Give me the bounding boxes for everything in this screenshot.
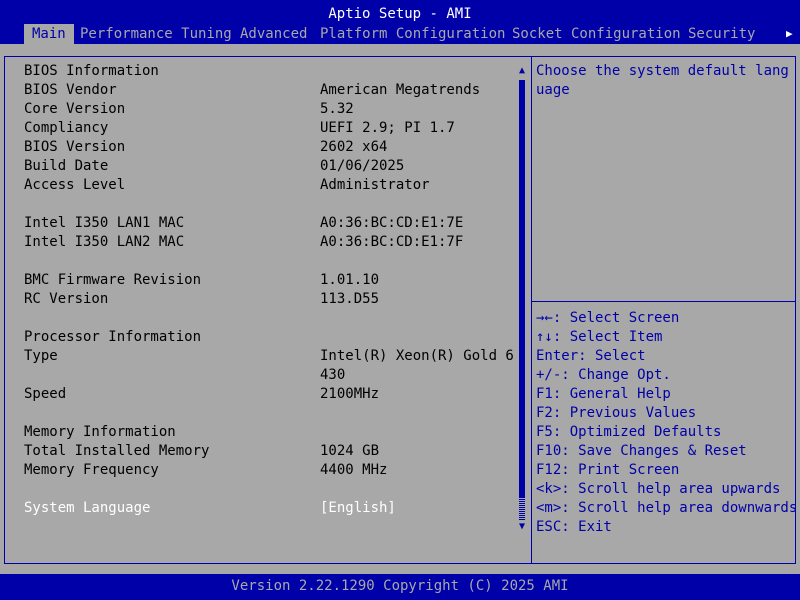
row-value: 113.D55: [320, 291, 380, 307]
row-value: UEFI 2.9; PI 1.7: [320, 120, 455, 136]
scrollbar-thumb[interactable]: [519, 80, 525, 498]
system-language-option[interactable]: System Language [English]: [24, 499, 514, 518]
row-core-version: Core Version 5.32: [24, 100, 514, 119]
footer-bar: Version 2.22.1290 Copyright (C) 2025 AMI: [0, 574, 800, 600]
key-help-item: <m>: Scroll help area downwards: [536, 500, 798, 516]
row-bios-version: BIOS Version 2602 x64: [24, 138, 514, 157]
row-value: 4400 MHz: [320, 462, 388, 478]
scroll-down-arrow-icon[interactable]: ▼: [516, 520, 528, 534]
key-help-item: ESC: Exit: [536, 519, 612, 535]
key-help-item: F2: Previous Values: [536, 405, 697, 421]
tab-socket-configuration[interactable]: Socket Configuration: [504, 24, 689, 44]
row-rc-version: RC Version 113.D55: [24, 290, 514, 309]
row-value: 1024 GB: [320, 443, 380, 459]
row-label: Type: [24, 348, 58, 364]
row-label: BIOS Version: [24, 139, 126, 155]
row-processor-type: Type Intel(R) Xeon(R) Gold 6 430: [24, 347, 514, 385]
row-label: BIOS Information: [24, 63, 159, 79]
info-panel: BIOS Information BIOS Vendor American Me…: [24, 62, 514, 552]
scrollbar[interactable]: ▲ ▼: [516, 64, 528, 536]
key-help-item: F10: Save Changes & Reset: [536, 443, 747, 459]
row-value: American Megatrends: [320, 82, 481, 98]
row-value: 1.01.10: [320, 272, 380, 288]
row-speed: Speed 2100MHz: [24, 385, 514, 404]
row-label: Memory Frequency: [24, 462, 159, 478]
panel-divider: [531, 56, 532, 564]
row-label: System Language: [24, 500, 151, 516]
section-bios-information: BIOS Information: [24, 62, 514, 81]
section-memory-information: Memory Information: [24, 423, 514, 442]
row-label: Build Date: [24, 158, 109, 174]
key-help-item: F1: General Help: [536, 386, 671, 402]
row-label: Intel I350 LAN2 MAC: [24, 234, 185, 250]
row-label: Processor Information: [24, 329, 202, 345]
row-label: Core Version: [24, 101, 126, 117]
row-value: 2602 x64: [320, 139, 388, 155]
row-label: Compliancy: [24, 120, 109, 136]
tab-advanced[interactable]: Advanced: [232, 24, 315, 44]
row-memory-frequency: Memory Frequency 4400 MHz: [24, 461, 514, 480]
row-label: Memory Information: [24, 424, 176, 440]
row-label: BIOS Vendor: [24, 82, 117, 98]
row-compliancy: Compliancy UEFI 2.9; PI 1.7: [24, 119, 514, 138]
copyright-text: Version 2.22.1290 Copyright (C) 2025 AMI: [231, 578, 569, 594]
key-help-item: ↑↓: Select Item: [536, 329, 663, 345]
row-value-line1: Intel(R) Xeon(R) Gold 6: [320, 348, 514, 364]
row-build-date: Build Date 01/06/2025: [24, 157, 514, 176]
app-title: Aptio Setup - AMI: [328, 6, 472, 22]
row-bios-vendor: BIOS Vendor American Megatrends: [24, 81, 514, 100]
key-help-item: F5: Optimized Defaults: [536, 424, 722, 440]
key-help-list: →←: Select Screen ↑↓: Select Item Enter:…: [536, 309, 798, 537]
row-access-level: Access Level Administrator: [24, 176, 514, 195]
key-help-item: +/-: Change Opt.: [536, 367, 671, 383]
tab-platform-configuration[interactable]: Platform Configuration: [312, 24, 513, 44]
row-lan2-mac: Intel I350 LAN2 MAC A0:36:BC:CD:E1:7F: [24, 233, 514, 252]
row-total-memory: Total Installed Memory 1024 GB: [24, 442, 514, 461]
tab-security[interactable]: Security: [680, 24, 763, 44]
row-bmc-firmware: BMC Firmware Revision 1.01.10: [24, 271, 514, 290]
key-help-item: →←: Select Screen: [536, 310, 680, 326]
key-help-item: F12: Print Screen: [536, 462, 680, 478]
row-value: A0:36:BC:CD:E1:7F: [320, 234, 464, 250]
scrollbar-track[interactable]: [519, 498, 525, 520]
tab-performance-tuning[interactable]: Performance Tuning: [72, 24, 240, 44]
tab-scroll-right-icon[interactable]: ▶: [786, 24, 793, 44]
system-language-select[interactable]: [English]: [320, 499, 396, 518]
row-label: Access Level: [24, 177, 126, 193]
row-value: A0:36:BC:CD:E1:7E: [320, 215, 464, 231]
row-value: 5.32: [320, 101, 354, 117]
key-help-item: <k>: Scroll help area upwards: [536, 481, 781, 497]
row-label: Intel I350 LAN1 MAC: [24, 215, 185, 231]
scroll-up-arrow-icon[interactable]: ▲: [516, 64, 528, 78]
row-label: Total Installed Memory: [24, 443, 210, 459]
row-lan1-mac: Intel I350 LAN1 MAC A0:36:BC:CD:E1:7E: [24, 214, 514, 233]
row-label: RC Version: [24, 291, 109, 307]
row-value: Administrator: [320, 177, 430, 193]
help-divider: [532, 301, 795, 302]
tab-main[interactable]: Main: [24, 24, 74, 44]
key-help-item: Enter: Select: [536, 348, 646, 364]
row-value-line2: 430: [320, 367, 346, 383]
item-help-text: Choose the system default language: [536, 63, 789, 98]
row-label: BMC Firmware Revision: [24, 272, 202, 288]
section-processor-information: Processor Information: [24, 328, 514, 347]
row-value: 2100MHz: [320, 386, 380, 402]
row-label: Speed: [24, 386, 67, 402]
row-value: 01/06/2025: [320, 158, 405, 174]
